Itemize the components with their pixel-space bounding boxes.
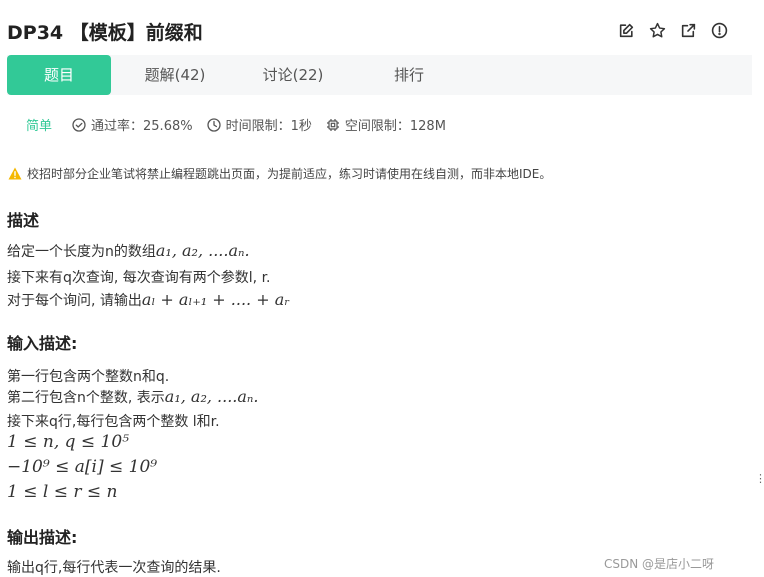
constraint-3: 1 ≤ l ≤ r ≤ n: [7, 482, 118, 502]
description-line-3-math: aₗ + aₗ₊₁ + .... + aᵣ: [141, 290, 290, 309]
description-line-1-math: a₁, a₂, ....aₙ.: [155, 241, 250, 260]
description-line-1-text: 给定一个长度为n的数组: [7, 244, 156, 260]
pass-rate-text: 通过率：25.68%: [91, 119, 193, 134]
resize-handle[interactable]: ⋮: [755, 473, 764, 484]
edit-icon[interactable]: [618, 22, 635, 39]
problem-title: DP34 【模板】前缀和: [7, 22, 203, 44]
external-link-icon[interactable]: [680, 22, 697, 39]
problem-page: DP34 【模板】前缀和 题目 题解(42) 讨论(22) 排行 简单 通过率：…: [0, 0, 752, 576]
input-line-3: 接下来q行,每行包含两个整数 l和r.: [7, 414, 220, 430]
input-line-1: 第一行包含两个整数n和q.: [7, 369, 170, 385]
tab-solutions[interactable]: 题解(42): [123, 55, 227, 95]
problem-meta: 简单 通过率：25.68% 时间限制：1秒 空间限制：128M: [26, 115, 460, 134]
time-limit: 时间限制：1秒: [206, 115, 312, 134]
header-actions: [618, 22, 728, 39]
output-heading: 输出描述:: [7, 528, 78, 547]
description-line-2: 接下来有q次查询, 每次查询有两个参数l, r.: [7, 270, 271, 286]
description-line-3-text: 对于每个询问, 请输出: [7, 293, 142, 309]
tab-discussion[interactable]: 讨论(22): [241, 55, 345, 95]
report-icon[interactable]: [711, 22, 728, 39]
output-line-1: 输出q行,每行代表一次查询的结果.: [7, 560, 221, 576]
constraint-1: 1 ≤ n, q ≤ 10⁵: [7, 432, 130, 452]
tab-ranking[interactable]: 排行: [357, 55, 461, 95]
description-heading: 描述: [7, 211, 40, 230]
chip-icon: [326, 118, 339, 131]
star-icon[interactable]: [649, 22, 666, 39]
time-limit-text: 时间限制：1秒: [225, 119, 312, 134]
notice-bar: 校招时部分企业笔试将禁止编程题跳出页面，为提前适应，练习时请使用在线自测，而非本…: [8, 165, 551, 182]
input-line-2: 第二行包含n个整数, 表示a₁, a₂, ....aₙ.: [7, 387, 258, 407]
clock-icon: [206, 117, 221, 132]
input-heading: 输入描述:: [7, 334, 78, 353]
description-line-3: 对于每个询问, 请输出aₗ + aₗ₊₁ + .... + aᵣ: [7, 290, 290, 310]
problem-header: DP34 【模板】前缀和: [0, 0, 752, 58]
pass-rate: 通过率：25.68%: [72, 115, 193, 134]
input-line-2-text: 第二行包含n个整数, 表示: [7, 390, 165, 406]
check-circle-icon: [72, 117, 86, 132]
problem-tabs: 题目 题解(42) 讨论(22) 排行: [7, 55, 752, 95]
tab-problem[interactable]: 题目: [7, 55, 111, 95]
watermark: CSDN @是店小二呀: [604, 557, 715, 571]
constraint-2: −10⁹ ≤ a[i] ≤ 10⁹: [7, 457, 158, 477]
memory-limit: 空间限制：128M: [326, 115, 446, 134]
memory-limit-text: 空间限制：128M: [344, 119, 446, 134]
description-line-1: 给定一个长度为n的数组a₁, a₂, ....aₙ.: [7, 241, 250, 261]
input-line-2-math: a₁, a₂, ....aₙ.: [164, 387, 259, 406]
warning-icon: [8, 167, 22, 180]
notice-text: 校招时部分企业笔试将禁止编程题跳出页面，为提前适应，练习时请使用在线自测，而非本…: [27, 167, 552, 181]
difficulty-badge: 简单: [26, 119, 53, 134]
